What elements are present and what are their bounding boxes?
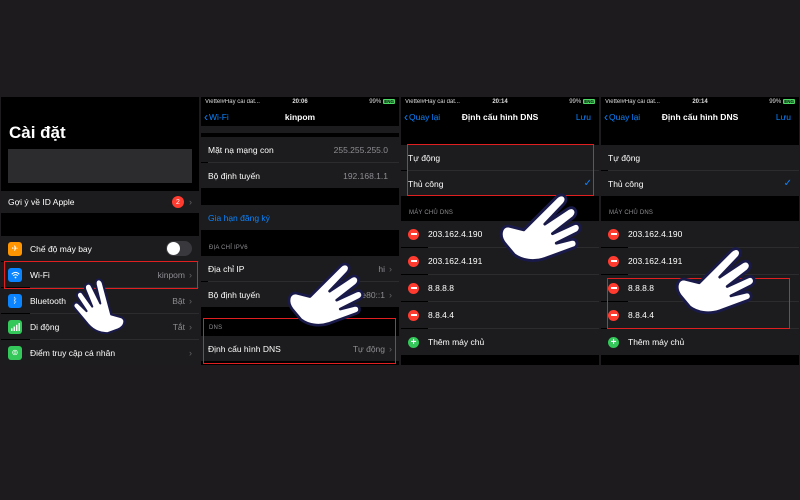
- back-label: Wi-Fi: [209, 111, 229, 122]
- back-button[interactable]: ‹ Quay lại: [404, 109, 441, 124]
- manual-option[interactable]: Thủ công ✓: [601, 171, 799, 196]
- carrier-name: Viettel#Hay cai dat...: [205, 98, 260, 105]
- save-button[interactable]: Lưu: [576, 112, 591, 122]
- airplane-mode-row: ✈ Chế độ máy bay: [1, 236, 199, 261]
- personal-hotspot-label: Điểm truy cập cá nhân: [30, 347, 116, 358]
- ipv6-section-header: ĐỊA CHỈ IPV6: [209, 245, 248, 251]
- carrier-name: Viettel#Hay cai dat...: [405, 98, 460, 105]
- chevron-right-icon: ›: [389, 289, 392, 300]
- cellular-value: Tắt: [172, 321, 185, 332]
- back-label: Quay lại: [409, 111, 441, 122]
- checkmark-icon: ✓: [783, 178, 792, 189]
- dns-server-row: 8.8.8.8: [401, 275, 599, 301]
- dns-servers-header: MÁY CHỦ DNS: [409, 210, 454, 216]
- page-title: Cài đặt: [9, 123, 66, 142]
- router-value: 192.168.1.1: [343, 170, 388, 181]
- add-server-button[interactable]: + Thêm máy chủ: [601, 329, 799, 355]
- bluetooth-value: Bật: [172, 295, 185, 306]
- carrier-name: Viettel#Hay cai dat...: [605, 98, 660, 105]
- battery-icon: ENG: [583, 99, 595, 104]
- battery-indicator: 99% ENG: [532, 99, 595, 105]
- add-server-button[interactable]: + Thêm máy chủ: [401, 329, 599, 355]
- dns-server-address[interactable]: 8.8.4.4: [428, 310, 592, 320]
- delete-server-icon[interactable]: [408, 282, 419, 294]
- ipv6-address-value: hi: [378, 263, 385, 274]
- chevron-left-icon: ‹: [404, 109, 408, 124]
- apple-id-suggestions-row[interactable]: Gợi ý về ID Apple 2 ›: [1, 191, 199, 213]
- manual-label: Thủ công: [608, 178, 644, 189]
- chevron-left-icon: ‹: [604, 109, 608, 124]
- delete-server-icon[interactable]: [408, 228, 419, 240]
- battery-icon: ENG: [383, 99, 395, 104]
- configure-dns-panel-edited: Viettel#Hay cai dat... 20:14 99% ENG ‹ Qua…: [601, 97, 799, 365]
- dns-server-address[interactable]: 203.162.4.190: [628, 229, 792, 239]
- add-icon: +: [608, 336, 619, 348]
- status-time: 20:14: [692, 98, 708, 105]
- back-button[interactable]: ‹ Quay lại: [604, 109, 641, 124]
- battery-percent: 99%: [769, 98, 782, 105]
- status-bar: Viettel#Hay cai dat... 20:14 99% ENG: [401, 97, 599, 106]
- delete-server-icon[interactable]: [408, 255, 419, 267]
- battery-percent: 99%: [569, 98, 582, 105]
- airplane-mode-toggle[interactable]: [166, 241, 192, 256]
- cellular-icon: [8, 319, 22, 334]
- save-button[interactable]: Lưu: [776, 112, 791, 122]
- back-button[interactable]: ‹ Wi-Fi: [204, 109, 229, 124]
- renew-lease-label: Gia hạn đăng ký: [208, 212, 270, 223]
- status-time: 20:06: [292, 98, 308, 105]
- battery-indicator: 99% ENG: [332, 99, 395, 105]
- profile-card[interactable]: [8, 149, 192, 183]
- subnet-mask-row: Mặt nạ mạng con 255.255.255.0: [201, 137, 399, 162]
- notification-badge: 2: [172, 196, 184, 208]
- pointing-hand-icon: [499, 193, 582, 262]
- cut-off-row: [201, 126, 399, 133]
- airplane-icon: ✈: [8, 241, 22, 256]
- airplane-mode-label: Chế độ máy bay: [30, 243, 92, 254]
- add-server-label: Thêm máy chủ: [428, 337, 485, 347]
- router-label: Bộ định tuyến: [208, 170, 260, 181]
- dns-server-address[interactable]: 8.8.8.8: [428, 283, 592, 293]
- wifi-detail-panel: Viettel#Hay cai dat... 20:06 99% ENG ‹ Wi-…: [201, 97, 399, 365]
- battery-percent: 99%: [369, 98, 382, 105]
- hotspot-icon: ⊚: [8, 345, 22, 360]
- bluetooth-icon: ᛒ: [8, 293, 22, 308]
- chevron-right-icon: ›: [189, 321, 192, 332]
- battery-indicator: 99% ENG: [732, 99, 795, 105]
- subnet-mask-value: 255.255.255.0: [333, 144, 388, 155]
- apple-id-suggestions-label: Gợi ý về ID Apple: [8, 197, 75, 207]
- pointing-hand-icon: [287, 262, 364, 327]
- renew-lease-button[interactable]: Gia hạn đăng ký: [201, 205, 399, 230]
- automatic-label: Tự động: [608, 152, 641, 163]
- nav-bar: ‹ Wi-Fi kinpom: [201, 108, 399, 125]
- battery-icon: ENG: [783, 99, 795, 104]
- delete-server-icon[interactable]: [608, 228, 619, 240]
- dns-servers-header: MÁY CHỦ DNS: [609, 210, 654, 216]
- personal-hotspot-row[interactable]: ⊚ Điểm truy cập cá nhân ›: [1, 340, 199, 365]
- chevron-right-icon: ›: [389, 263, 392, 274]
- delete-server-icon[interactable]: [408, 309, 419, 321]
- nav-bar: ‹ Quay lại Định cấu hình DNS Lưu: [401, 108, 599, 125]
- nav-title: kinpom: [284, 111, 316, 122]
- add-server-label: Thêm máy chủ: [628, 337, 685, 347]
- settings-panel: Cài đặt Gợi ý về ID Apple 2 › ✈ Chế độ m…: [1, 97, 199, 365]
- back-label: Quay lại: [609, 111, 641, 122]
- add-icon: +: [408, 336, 419, 348]
- nav-bar: ‹ Quay lại Định cấu hình DNS Lưu: [601, 108, 799, 125]
- delete-server-icon[interactable]: [608, 255, 619, 267]
- chevron-right-icon: ›: [189, 347, 192, 358]
- chevron-left-icon: ‹: [204, 109, 208, 124]
- dns-server-row: 8.8.4.4: [401, 302, 599, 328]
- status-bar: Viettel#Hay cai dat... 20:14 99% ENG: [601, 97, 799, 106]
- chevron-right-icon: ›: [189, 295, 192, 306]
- configure-dns-panel: Viettel#Hay cai dat... 20:14 99% ENG ‹ Qua…: [401, 97, 599, 365]
- automatic-option[interactable]: Tự động: [601, 145, 799, 170]
- status-bar: Viettel#Hay cai dat... 20:06 99% ENG: [201, 97, 399, 106]
- subnet-mask-label: Mặt nạ mạng con: [208, 144, 274, 155]
- chevron-right-icon: ›: [189, 197, 192, 207]
- router-row: Bộ định tuyến 192.168.1.1: [201, 163, 399, 188]
- status-time: 20:14: [492, 98, 508, 105]
- pointing-hand-icon: [675, 247, 756, 315]
